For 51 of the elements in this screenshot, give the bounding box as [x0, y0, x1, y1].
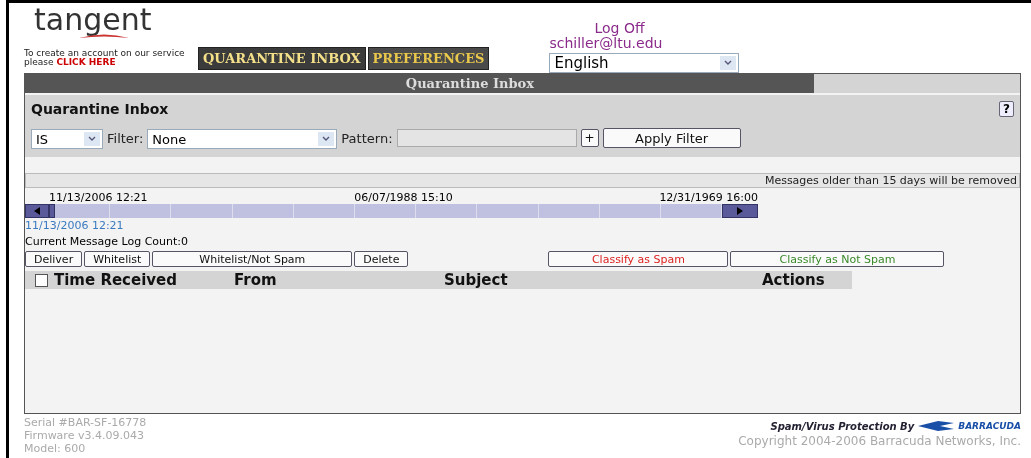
action-button[interactable]: Deliver — [25, 251, 83, 267]
apply-filter-button[interactable]: Apply Filter — [602, 128, 741, 148]
section-heading: Quarantine Inbox — [31, 101, 169, 117]
caret-icon — [84, 132, 100, 146]
column-header: Time Received — [54, 271, 179, 289]
action-button[interactable]: Classify as Not Spam — [730, 251, 945, 267]
right-arrow-button[interactable] — [722, 204, 759, 218]
current-date: 11/13/2006 12:21 — [25, 219, 125, 232]
column-header: From — [234, 271, 278, 289]
filter-select[interactable]: None — [147, 129, 338, 149]
column-header: Subject — [444, 271, 509, 289]
left-triangle-icon — [34, 207, 40, 215]
fish-icon — [918, 420, 955, 432]
slider-thumb[interactable] — [49, 204, 55, 218]
device-info: Firmware v3.4.09.043 — [24, 429, 145, 442]
click-here-link[interactable]: CLICK HERE — [56, 57, 116, 67]
operator-select[interactable]: IS — [31, 129, 103, 149]
nav-tab[interactable]: QUARANTINE INBOX — [198, 47, 366, 70]
action-button[interactable]: Delete — [354, 251, 409, 267]
message-count: Current Message Log Count:0 — [25, 235, 190, 248]
filter-label: Filter: — [107, 130, 144, 146]
timeline-date: 06/07/1988 15:10 — [354, 191, 453, 204]
column-header: Actions — [762, 271, 826, 289]
pattern-label: Pattern: — [341, 130, 393, 146]
caret-icon — [720, 56, 737, 70]
pattern-field[interactable] — [396, 129, 577, 147]
account-note: To create an account on our service please CLICK HERE — [24, 49, 186, 67]
right-triangle-icon — [737, 207, 744, 215]
copyright: Copyright 2004-2006 Barracuda Networks, Inc. — [738, 434, 1021, 448]
user-email: schiller@ltu.edu — [549, 36, 663, 51]
left-arrow-button[interactable] — [25, 204, 49, 218]
language-select[interactable]: English — [549, 53, 740, 73]
select-all-checkbox[interactable] — [35, 273, 48, 287]
logo: tangent — [33, 5, 153, 39]
add-button[interactable]: + — [580, 129, 599, 147]
help-button[interactable]: ? — [999, 101, 1014, 117]
retention-notice: Messages older than 15 days will be removed — [25, 173, 1020, 188]
action-button[interactable]: Classify as Spam — [548, 251, 729, 267]
log-off-link[interactable]: Log Off — [594, 21, 645, 36]
panel-title: Quarantine Inbox — [25, 74, 814, 93]
timeline-date: 11/13/2006 12:21 — [49, 191, 148, 204]
nav-tab[interactable]: PREFERENCES — [367, 47, 490, 70]
protection-label: Spam/Virus Protection By — [770, 420, 915, 432]
vendor-logo: BARRACUDA — [958, 421, 1021, 431]
device-info: Model: 600 — [24, 442, 87, 455]
action-button[interactable]: Whitelist/Not Spam — [152, 251, 353, 267]
caret-icon — [318, 132, 335, 146]
device-info: Serial #BAR-SF-16778 — [24, 416, 147, 429]
timeline-date: 12/31/1969 16:00 — [659, 191, 758, 204]
timeline-slider[interactable] — [25, 204, 758, 218]
action-button[interactable]: Whitelist — [84, 251, 151, 267]
